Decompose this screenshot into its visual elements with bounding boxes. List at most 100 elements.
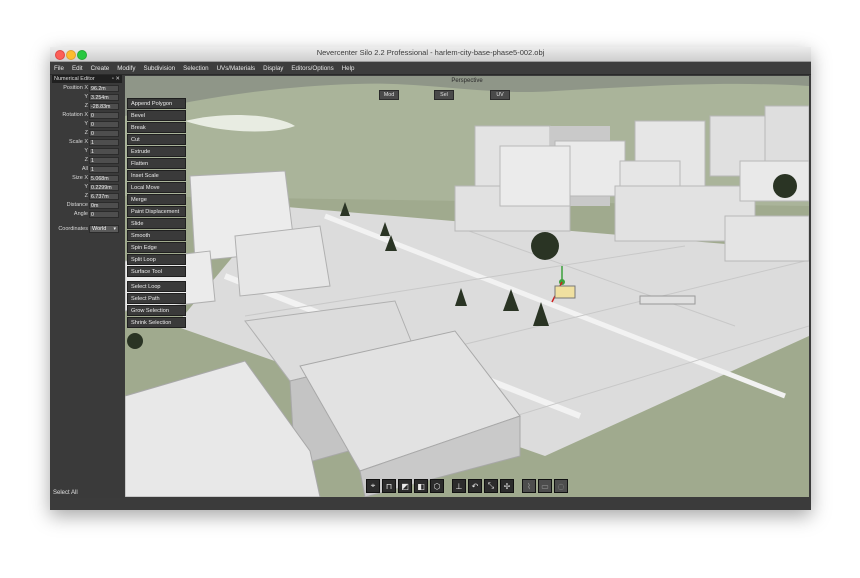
- tool-menu-item[interactable]: Local Move: [127, 182, 186, 193]
- tool-menu-item[interactable]: Inset Scale: [127, 170, 186, 181]
- coordinates-label: Coordinates: [58, 226, 88, 232]
- rotate-tool-icon[interactable]: ↶: [468, 479, 482, 493]
- numeric-field[interactable]: -28.83m: [89, 102, 119, 110]
- sel-button[interactable]: Sel: [434, 90, 454, 100]
- coordinates-select[interactable]: World ▾: [89, 225, 119, 233]
- panel-close-icon[interactable]: ▫ ✕: [112, 75, 120, 83]
- menu-edit[interactable]: Edit: [68, 65, 87, 72]
- numeric-field[interactable]: 0.2299m: [89, 183, 119, 191]
- menu-selection[interactable]: Selection: [179, 65, 212, 72]
- numeric-field[interactable]: 5.068m: [89, 174, 119, 182]
- numeric-row: Y 0.2299m: [50, 183, 124, 191]
- numeric-field[interactable]: 0: [89, 111, 119, 119]
- numeric-label: Z: [84, 130, 88, 136]
- tool-menu-item[interactable]: Bevel: [127, 110, 186, 121]
- tool-menu-item[interactable]: Merge: [127, 194, 186, 205]
- scene-render: [125, 76, 809, 497]
- numeric-field[interactable]: 0m: [89, 201, 119, 209]
- numeric-label: Z: [84, 103, 88, 109]
- scale-tool-icon[interactable]: ⤡: [484, 479, 498, 493]
- menu-modify[interactable]: Modify: [113, 65, 139, 72]
- menu-file[interactable]: File: [50, 65, 68, 72]
- numeric-row: Scale X1: [50, 138, 124, 146]
- tool-menu-item[interactable]: Cut: [127, 134, 186, 145]
- numerical-editor-header: Numerical Editor ▫ ✕: [52, 75, 122, 83]
- numeric-label: Size X: [72, 175, 88, 181]
- numeric-field[interactable]: 0: [89, 120, 119, 128]
- universal-tool-icon[interactable]: ✢: [500, 479, 514, 493]
- menu-create[interactable]: Create: [87, 65, 114, 72]
- vertex-mode-icon[interactable]: ⌖: [366, 479, 380, 493]
- numeric-field[interactable]: 0: [89, 129, 119, 137]
- numeric-row: Angle 0: [50, 210, 124, 218]
- selection-menu-item[interactable]: Select Path: [127, 293, 186, 304]
- coordinates-value: World: [92, 226, 107, 232]
- tool-menu-item[interactable]: Smooth: [127, 230, 186, 241]
- numeric-row: All 1: [50, 165, 124, 173]
- edge-mode-icon[interactable]: ⊓: [382, 479, 396, 493]
- menu-help[interactable]: Help: [338, 65, 359, 72]
- numeric-row: Y 3.254m: [50, 93, 124, 101]
- coordinates-row: Coordinates World ▾: [50, 225, 124, 233]
- numeric-label: Distance: [66, 202, 88, 208]
- tool-menu-item[interactable]: Slide: [127, 218, 186, 229]
- mod-button[interactable]: Mod: [379, 90, 399, 100]
- tool-menu-item[interactable]: Flatten: [127, 158, 186, 169]
- numeric-label: Z: [84, 157, 88, 163]
- numeric-label: Angle: [73, 211, 88, 217]
- numeric-label: Rotation X: [62, 112, 88, 118]
- select-lasso-icon[interactable]: ◌: [554, 479, 568, 493]
- tool-menu-item[interactable]: Surface Tool: [127, 266, 186, 277]
- numeric-row: Z 6.737m: [50, 192, 124, 200]
- numeric-field[interactable]: 6.737m: [89, 192, 119, 200]
- numeric-label: Scale X: [69, 139, 88, 145]
- numerical-editor-panel: Numerical Editor ▫ ✕ Position X 96.2m Y 3.2…: [50, 75, 124, 498]
- move-tool-icon[interactable]: ⊥: [452, 479, 466, 493]
- numeric-field[interactable]: 3.254m: [89, 93, 119, 101]
- tool-menu-item[interactable]: Extrude: [127, 146, 186, 157]
- menu-bar: File Edit Create Modify Subdivision Sele…: [50, 62, 811, 75]
- numeric-label: Z: [84, 193, 88, 199]
- window-title: Nevercenter Silo 2.2 Professional - harl…: [316, 48, 545, 57]
- numeric-label: Y: [84, 121, 88, 127]
- numeric-label: Y: [84, 148, 88, 154]
- tool-menu-item[interactable]: Spin Edge: [127, 242, 186, 253]
- menu-uvs-materials[interactable]: UVs/Materials: [213, 65, 260, 72]
- selection-menu-item[interactable]: Select Loop: [127, 281, 186, 292]
- tool-menu-item[interactable]: Append Polygon: [127, 98, 186, 109]
- numerical-editor-title: Numerical Editor: [54, 76, 95, 82]
- viewport-view-label: Perspective: [451, 78, 483, 84]
- numeric-row: Position X 96.2m: [50, 84, 124, 92]
- bottom-toolbar: ⌖ ⊓ ◩ ◧ ⬡ ⊥ ↶ ⤡ ✢ ⌇ ▭ ◌: [366, 479, 568, 494]
- numeric-row: Distance 0m: [50, 201, 124, 209]
- tool-menu-item[interactable]: Paint Displacement: [127, 206, 186, 217]
- numeric-field[interactable]: 0: [89, 210, 119, 218]
- tool-menu-item[interactable]: Break: [127, 122, 186, 133]
- object-mode-icon[interactable]: ◧: [414, 479, 428, 493]
- chevron-down-icon: ▾: [113, 226, 116, 232]
- selection-menu-item[interactable]: Shrink Selection: [127, 317, 186, 328]
- numeric-field[interactable]: 1: [89, 138, 119, 146]
- tweak-icon[interactable]: ⌇: [522, 479, 536, 493]
- numeric-row: Z1: [50, 156, 124, 164]
- title-bar: Nevercenter Silo 2.2 Professional - harl…: [50, 47, 811, 62]
- numeric-field[interactable]: 1: [89, 147, 119, 155]
- uv-button[interactable]: UV: [490, 90, 510, 100]
- select-rect-icon[interactable]: ▭: [538, 479, 552, 493]
- numeric-label: Y: [84, 94, 88, 100]
- menu-display[interactable]: Display: [259, 65, 287, 72]
- numeric-label: All: [81, 166, 88, 172]
- numeric-field[interactable]: 1: [89, 156, 119, 164]
- numeric-field[interactable]: 96.2m: [89, 84, 119, 92]
- numeric-row: Y1: [50, 147, 124, 155]
- numeric-row: Size X 5.068m: [50, 174, 124, 182]
- face-mode-icon[interactable]: ◩: [398, 479, 412, 493]
- tool-menu-item[interactable]: Split Loop: [127, 254, 186, 265]
- 3d-viewport[interactable]: Perspective Mod Sel UV: [125, 76, 809, 497]
- selection-menu-item[interactable]: Grow Selection: [127, 305, 186, 316]
- multi-mode-icon[interactable]: ⬡: [430, 479, 444, 493]
- numeric-field[interactable]: 1: [89, 165, 119, 173]
- numeric-label: Position X: [63, 85, 88, 91]
- menu-editors-options[interactable]: Editors/Options: [287, 65, 337, 72]
- menu-subdivision[interactable]: Subdivision: [139, 65, 179, 72]
